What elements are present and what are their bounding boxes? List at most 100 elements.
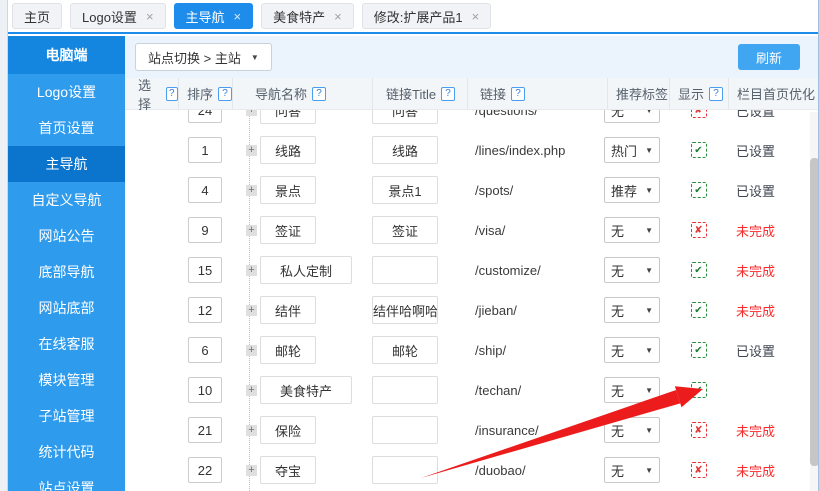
sort-input[interactable] [188, 337, 222, 363]
sidebar-item-电脑端[interactable]: 电脑端 [8, 36, 125, 74]
sort-input[interactable] [188, 297, 222, 323]
tag-dropdown[interactable]: 无 ▼ [604, 337, 660, 363]
tab[interactable]: 修改:扩展产品1 × [362, 3, 491, 29]
link-url: /questions/ [475, 110, 538, 118]
sidebar-item-主导航[interactable]: 主导航 [8, 146, 125, 182]
drag-handle-icon[interactable]: + [246, 465, 257, 476]
link-title-input[interactable] [372, 456, 438, 484]
sort-input[interactable] [188, 177, 222, 203]
tag-dropdown[interactable]: 无 ▼ [604, 457, 660, 483]
link-title-input[interactable] [372, 336, 438, 364]
tag-dropdown[interactable]: 无 ▼ [604, 110, 660, 123]
sidebar-item-模块管理[interactable]: 模块管理 [8, 362, 125, 398]
help-icon[interactable]: ? [441, 87, 455, 101]
link-title-input[interactable] [372, 176, 438, 204]
tab[interactable]: 主导航 × [174, 3, 254, 29]
nav-name-input[interactable] [260, 176, 316, 204]
sidebar-item-首页设置[interactable]: 首页设置 [8, 110, 125, 146]
sidebar-item-自定义导航[interactable]: 自定义导航 [8, 182, 125, 218]
tab[interactable]: 美食特产 × [261, 3, 354, 29]
show-checkbox[interactable]: ✘ [691, 222, 707, 238]
help-icon[interactable]: ? [218, 87, 232, 101]
link-title-input[interactable] [372, 136, 438, 164]
site-switch-dropdown[interactable]: 站点切换 > 主站 ▼ [135, 43, 272, 71]
link-title-input[interactable] [372, 256, 438, 284]
drag-handle-icon[interactable]: + [246, 385, 257, 396]
nav-name-input[interactable] [260, 376, 352, 404]
drag-handle-icon[interactable]: + [246, 145, 257, 156]
nav-name-input[interactable] [260, 336, 316, 364]
nav-name-input[interactable] [260, 296, 316, 324]
site-switch-label: 站点切换 > 主站 [148, 48, 241, 67]
sort-input[interactable] [188, 217, 222, 243]
nav-name-input[interactable] [260, 110, 316, 124]
tag-dropdown[interactable]: 无 ▼ [604, 217, 660, 243]
sidebar-item-底部导航[interactable]: 底部导航 [8, 254, 125, 290]
drag-handle-icon[interactable]: + [246, 265, 257, 276]
sidebar-item-Logo设置[interactable]: Logo设置 [8, 74, 125, 110]
nav-name-input[interactable] [260, 256, 352, 284]
sidebar-item-站点设置[interactable]: 站点设置 [8, 470, 125, 491]
show-checkbox[interactable]: ✔ [691, 342, 707, 358]
sidebar-item-网站公告[interactable]: 网站公告 [8, 218, 125, 254]
sidebar-item-统计代码[interactable]: 统计代码 [8, 434, 125, 470]
help-icon[interactable]: ? [709, 87, 723, 101]
nav-name-input[interactable] [260, 136, 316, 164]
nav-name-input[interactable] [260, 456, 316, 484]
show-checkbox[interactable]: ✔ [691, 382, 707, 398]
tag-dropdown[interactable]: 无 ▼ [604, 297, 660, 323]
sort-input[interactable] [188, 457, 222, 483]
tab-close-icon[interactable]: × [234, 10, 242, 23]
sort-input[interactable] [188, 110, 222, 123]
tag-dropdown[interactable]: 无 ▼ [604, 257, 660, 283]
column-header-label: 显示 [678, 84, 704, 103]
show-checkbox[interactable]: ✔ [691, 302, 707, 318]
cell-tag: 无 ▼ [607, 377, 669, 403]
show-checkbox[interactable]: ✘ [691, 110, 707, 118]
nav-name-input[interactable] [260, 416, 316, 444]
link-title-input[interactable] [372, 110, 438, 124]
tag-dropdown[interactable]: 无 ▼ [604, 377, 660, 403]
tab-close-icon[interactable]: × [334, 10, 342, 23]
caret-down-icon: ▼ [645, 266, 653, 275]
drag-handle-icon[interactable]: + [246, 345, 257, 356]
tag-dropdown[interactable]: 推荐 ▼ [604, 177, 660, 203]
drag-handle-icon[interactable]: + [246, 305, 257, 316]
show-checkbox[interactable]: ✔ [691, 182, 707, 198]
tab[interactable]: Logo设置 × [70, 3, 166, 29]
sort-input[interactable] [188, 377, 222, 403]
tab[interactable]: 主页 × [12, 3, 62, 29]
link-title-input[interactable] [372, 216, 438, 244]
table-row: + /techan/ 无 ▼ ✔ [130, 370, 819, 410]
nav-name-input[interactable] [260, 216, 316, 244]
link-title-input[interactable] [372, 416, 438, 444]
show-checkbox[interactable]: ✔ [691, 262, 707, 278]
cell-status: 未完成 [728, 461, 819, 480]
sidebar-item-网站底部[interactable]: 网站底部 [8, 290, 125, 326]
show-checkbox[interactable]: ✘ [691, 462, 707, 478]
sort-input[interactable] [188, 137, 222, 163]
show-checkbox[interactable]: ✘ [691, 422, 707, 438]
help-icon[interactable]: ? [166, 87, 178, 101]
link-title-input[interactable] [372, 296, 438, 324]
cell-tag: 无 ▼ [607, 110, 669, 123]
help-icon[interactable]: ? [312, 87, 326, 101]
drag-handle-icon[interactable]: + [246, 110, 257, 116]
status-text: 未完成 [736, 424, 775, 439]
sort-input[interactable] [188, 257, 222, 283]
help-icon[interactable]: ? [511, 87, 525, 101]
link-title-input[interactable] [372, 376, 438, 404]
show-checkbox[interactable]: ✔ [691, 142, 707, 158]
drag-handle-icon[interactable]: + [246, 185, 257, 196]
sidebar-item-子站管理[interactable]: 子站管理 [8, 398, 125, 434]
sidebar-item-在线客服[interactable]: 在线客服 [8, 326, 125, 362]
sort-input[interactable] [188, 417, 222, 443]
drag-handle-icon[interactable]: + [246, 425, 257, 436]
tag-dropdown[interactable]: 热门 ▼ [604, 137, 660, 163]
tag-dropdown[interactable]: 无 ▼ [604, 417, 660, 443]
tab-close-icon[interactable]: × [146, 10, 154, 23]
tab-close-icon[interactable]: × [472, 10, 480, 23]
drag-handle-icon[interactable]: + [246, 225, 257, 236]
refresh-button[interactable]: 刷新 [738, 44, 800, 70]
cell-nav-name: + [232, 336, 372, 364]
